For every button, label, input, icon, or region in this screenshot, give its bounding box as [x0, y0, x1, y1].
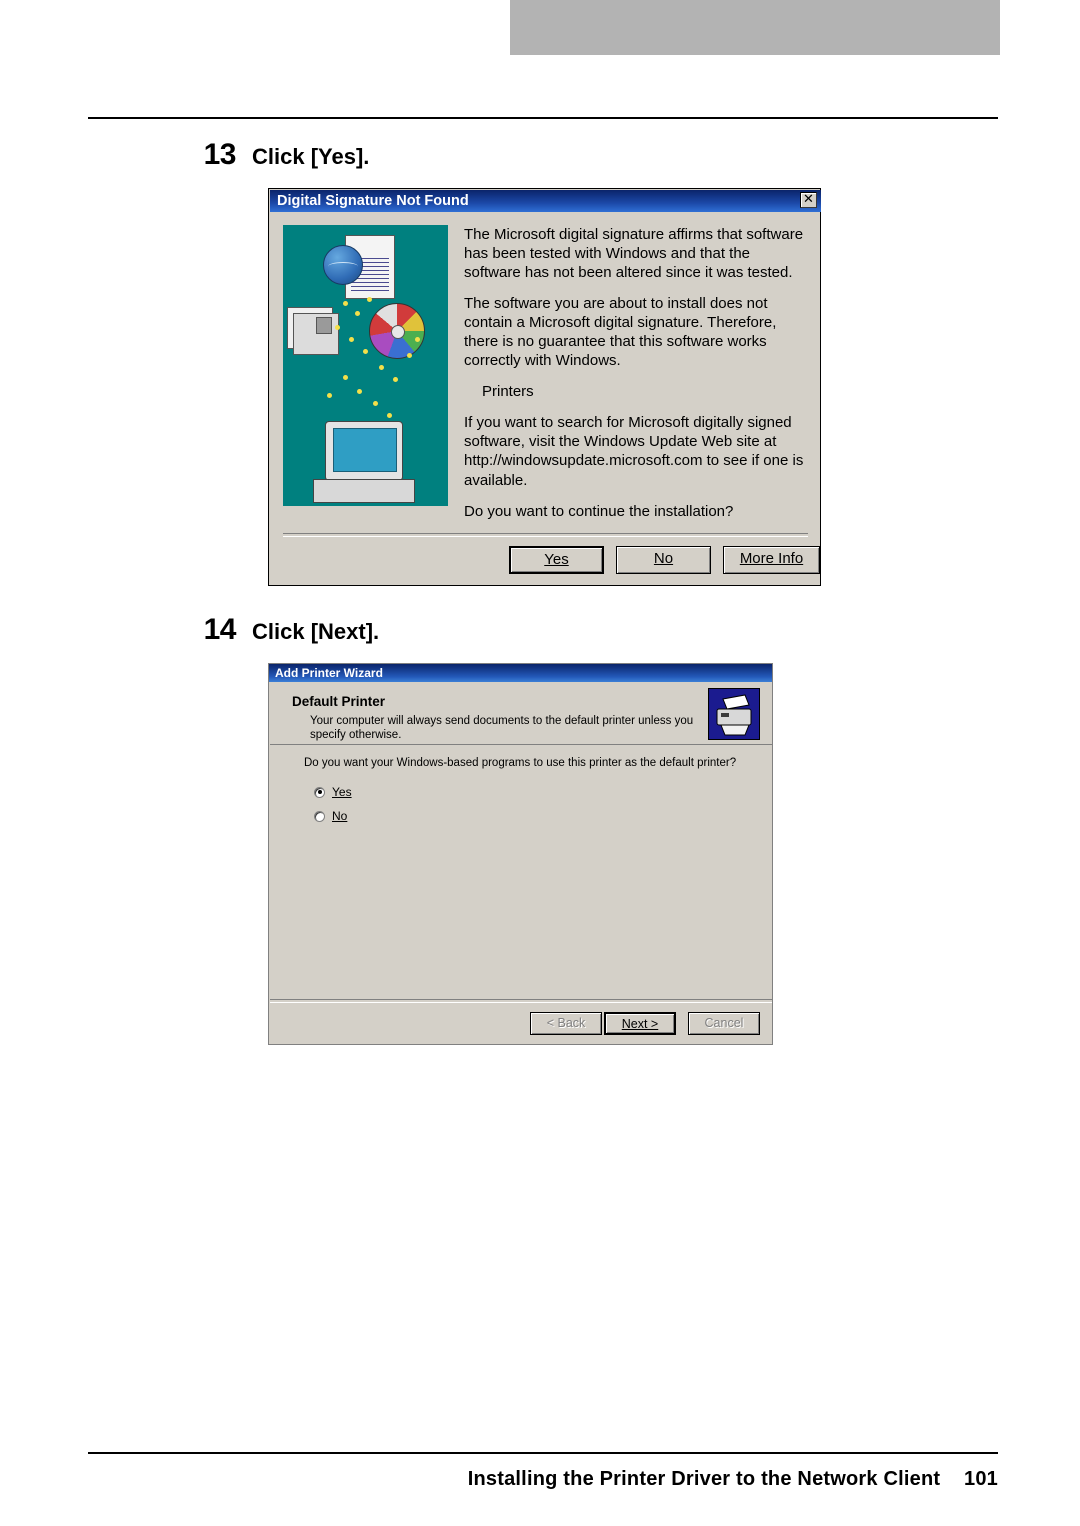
- printer-icon: [708, 688, 760, 740]
- signature-paragraph-4: If you want to search for Microsoft digi…: [464, 414, 804, 489]
- radio-no-icon[interactable]: [314, 810, 325, 822]
- signature-paragraph-5: Do you want to continue the installation…: [464, 502, 734, 520]
- step-heading-14: 14 Click [Next].: [190, 613, 380, 647]
- step-number: 14: [203, 613, 237, 646]
- wizard-button-row: < Back Next > Cancel: [530, 1012, 760, 1035]
- wizard-heading: Default Printer: [292, 694, 386, 709]
- dialog-separator: [283, 533, 808, 537]
- digital-signature-dialog: Digital Signature Not Found ✕ The Micros…: [268, 188, 821, 586]
- signature-paragraph-3: Printers: [482, 383, 534, 401]
- close-icon[interactable]: ✕: [800, 192, 817, 208]
- add-printer-wizard-dialog: Add Printer Wizard Default Printer Your …: [268, 663, 773, 1045]
- wizard-title-text: Add Printer Wizard: [275, 666, 383, 680]
- radio-yes-icon[interactable]: [314, 786, 325, 798]
- cancel-button[interactable]: Cancel: [688, 1012, 760, 1035]
- flow-dots: [283, 225, 448, 506]
- signature-paragraph-2: The software you are about to install do…: [464, 295, 777, 370]
- radio-no-label: No: [332, 809, 348, 823]
- no-button[interactable]: No: [616, 546, 711, 574]
- radio-option-yes[interactable]: Yes: [314, 785, 352, 799]
- page-footer: Installing the Printer Driver to the Net…: [88, 1468, 998, 1491]
- wizard-body: Do you want your Windows-based programs …: [270, 745, 772, 999]
- signature-button-row: Yes No More Info: [509, 546, 820, 574]
- signature-illustration: [283, 225, 448, 506]
- wizard-titlebar: Add Printer Wizard: [269, 664, 772, 682]
- radio-yes-label: Yes: [332, 785, 352, 799]
- step-heading-13: 13 Click [Yes].: [190, 138, 370, 172]
- dialog-title-text: Digital Signature Not Found: [277, 193, 469, 209]
- dialog-titlebar: Digital Signature Not Found: [270, 190, 821, 212]
- signature-paragraph-1: The Microsoft digital signature affirms …: [464, 226, 804, 282]
- wizard-subheading: Your computer will always send documents…: [310, 715, 694, 742]
- step-instruction: Click [Next].: [252, 619, 380, 644]
- signature-message-body: The Microsoft digital signature affirms …: [464, 225, 809, 533]
- wizard-header: Default Printer Your computer will alway…: [270, 682, 772, 745]
- footer-title: Installing the Printer Driver to the Net…: [467, 1468, 941, 1490]
- next-button[interactable]: Next >: [604, 1012, 676, 1035]
- step-instruction: Click [Yes].: [252, 144, 370, 169]
- page-header-band: [510, 0, 1000, 55]
- back-button[interactable]: < Back: [530, 1012, 602, 1035]
- wizard-separator: [270, 999, 772, 1003]
- radio-option-no[interactable]: No: [314, 809, 347, 823]
- more-info-button[interactable]: More Info: [723, 546, 820, 574]
- footer-rule: [88, 1452, 998, 1454]
- header-rule: [88, 117, 998, 119]
- step-number: 13: [203, 138, 237, 171]
- page-number: 101: [964, 1468, 998, 1490]
- default-printer-question: Do you want your Windows-based programs …: [304, 757, 737, 769]
- yes-button[interactable]: Yes: [509, 546, 604, 574]
